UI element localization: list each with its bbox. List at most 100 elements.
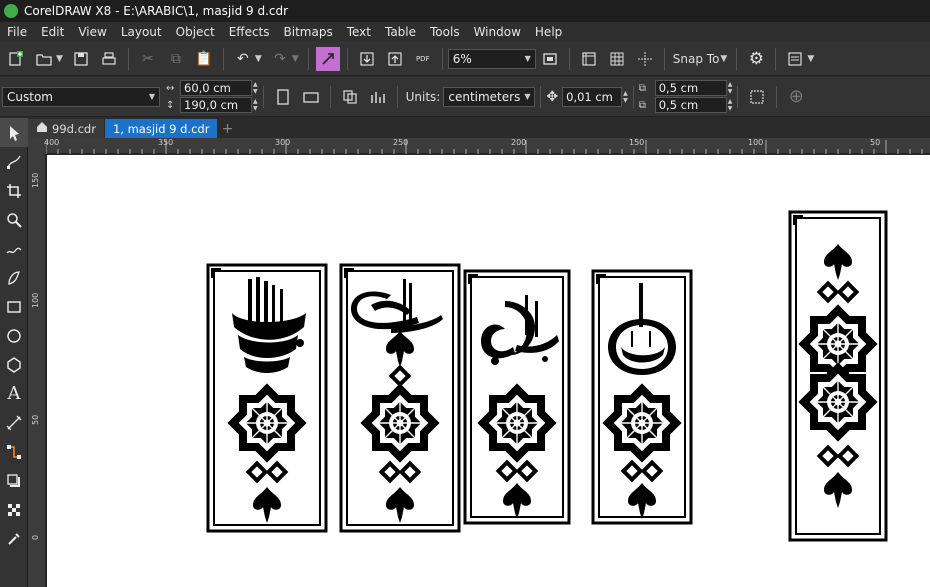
units-label: Units: xyxy=(405,89,441,104)
publish-pdf-icon[interactable]: PDF xyxy=(411,47,435,71)
horizontal-ruler[interactable]: 400 350 300 250 200 150 100 50 xyxy=(44,138,930,154)
cut-icon[interactable]: ✂ xyxy=(136,47,160,71)
drawing-canvas[interactable] xyxy=(47,155,930,587)
paste-icon[interactable]: 📋 xyxy=(192,47,216,71)
menu-bitmaps[interactable]: Bitmaps xyxy=(277,25,340,39)
ruler-label: 400 xyxy=(44,138,60,147)
ruler-ticks xyxy=(46,140,923,154)
page-width-icon: ↔ xyxy=(166,82,175,94)
add-preset-icon[interactable]: ⊕ xyxy=(784,85,808,109)
nudge-distance-stepper[interactable]: ▲ ▼ xyxy=(623,90,628,104)
ellipse-tool-icon[interactable] xyxy=(0,321,28,350)
duplicate-y-value: 0,5 cm xyxy=(658,98,699,112)
text-tool-icon[interactable]: A xyxy=(0,379,28,408)
search-content-icon[interactable] xyxy=(315,46,340,71)
tab-masjid-9-d[interactable]: 1, masjid 9 d.cdr xyxy=(104,119,218,138)
drop-shadow-icon[interactable] xyxy=(0,466,28,495)
menu-layout[interactable]: Layout xyxy=(114,25,169,39)
new-document-icon[interactable] xyxy=(4,47,28,71)
chevron-down-icon[interactable]: ▼ xyxy=(807,54,814,64)
ruler-label: 150 xyxy=(629,138,645,147)
page-height-stepper[interactable]: ▲ ▼ xyxy=(253,98,258,112)
duplicate-distance-group: ⧉ 0,5 cm ▲ ▼ ⧉ 0,5 cm ▲ ▼ xyxy=(638,80,733,113)
landscape-orientation-icon[interactable] xyxy=(299,85,323,109)
menu-help[interactable]: Help xyxy=(528,25,569,39)
page-width-field[interactable]: 60,0 cm xyxy=(180,80,252,96)
open-folder-icon[interactable] xyxy=(32,47,56,71)
duplicate-y-stepper[interactable]: ▲ ▼ xyxy=(728,98,733,112)
duplicate-x-value: 0,5 cm xyxy=(658,81,699,95)
menu-edit[interactable]: Edit xyxy=(34,25,71,39)
ruler-label: 100 xyxy=(31,292,40,308)
current-page-icon[interactable] xyxy=(366,85,390,109)
chevron-down-icon[interactable]: ▼ xyxy=(255,54,262,64)
connector-tool-icon[interactable] xyxy=(0,437,28,466)
chevron-down-icon[interactable]: ▼ xyxy=(292,54,299,64)
crop-tool-icon[interactable] xyxy=(0,176,28,205)
add-tab-icon[interactable]: + xyxy=(218,120,236,138)
full-screen-preview-icon[interactable] xyxy=(538,47,562,71)
shape-tool-icon[interactable] xyxy=(0,147,28,176)
print-icon[interactable] xyxy=(97,47,121,71)
menu-view[interactable]: View xyxy=(71,25,113,39)
nudge-distance-field[interactable]: 0,01 cm xyxy=(562,86,623,107)
snap-to-button[interactable]: Snap To xyxy=(673,52,720,66)
duplicate-y-icon: ⧉ xyxy=(638,99,646,111)
separator xyxy=(222,47,224,70)
page-height-field[interactable]: 190,0 cm xyxy=(180,97,252,113)
redo-icon[interactable]: ↷ xyxy=(268,47,292,71)
transparency-tool-icon[interactable] xyxy=(0,495,28,524)
window-title: CorelDRAW X8 - E:\ARABIC\1, masjid 9 d.c… xyxy=(24,4,289,18)
show-grid-icon[interactable] xyxy=(605,47,629,71)
copy-icon[interactable]: ⧉ xyxy=(164,47,188,71)
save-icon[interactable] xyxy=(69,47,93,71)
separator xyxy=(329,85,331,108)
menu-file[interactable]: File xyxy=(0,25,34,39)
page-height-value: 190,0 cm xyxy=(184,98,239,112)
all-pages-icon[interactable] xyxy=(338,85,362,109)
page-border-icon[interactable] xyxy=(745,85,769,109)
eyedropper-icon[interactable] xyxy=(0,524,28,553)
units-combo[interactable]: centimeters ▼ xyxy=(443,86,536,107)
show-guidelines-icon[interactable] xyxy=(633,47,657,71)
import-icon[interactable] xyxy=(355,47,379,71)
chevron-down-icon[interactable]: ▼ xyxy=(720,54,727,64)
undo-icon[interactable]: ↶ xyxy=(231,47,255,71)
duplicate-x-field[interactable]: 0,5 cm xyxy=(654,80,727,96)
pick-tool-icon[interactable] xyxy=(0,118,28,147)
panel-4 xyxy=(591,269,693,525)
freehand-tool-icon[interactable] xyxy=(0,234,28,263)
separator xyxy=(632,85,634,108)
separator xyxy=(775,47,777,70)
rectangle-tool-icon[interactable] xyxy=(0,292,28,321)
menu-object[interactable]: Object xyxy=(169,25,222,39)
menu-effects[interactable]: Effects xyxy=(222,25,277,39)
chevron-down-icon: ▼ xyxy=(148,92,155,101)
show-rulers-icon[interactable] xyxy=(577,47,601,71)
zoom-level-combo[interactable]: 6% ▼ xyxy=(447,48,536,69)
menu-tools[interactable]: Tools xyxy=(423,25,467,39)
duplicate-y-field[interactable]: 0,5 cm xyxy=(654,97,727,113)
chevron-down-icon: ▼ xyxy=(524,92,531,101)
page-size-preset-combo[interactable]: Custom ▼ xyxy=(2,86,160,107)
page-width-stepper[interactable]: ▲ ▼ xyxy=(253,81,258,95)
menu-table[interactable]: Table xyxy=(378,25,423,39)
menu-window[interactable]: Window xyxy=(467,25,528,39)
polygon-tool-icon[interactable] xyxy=(0,350,28,379)
duplicate-x-stepper[interactable]: ▲ ▼ xyxy=(728,81,733,95)
property-bar: Custom ▼ ↔ 60,0 cm ▲ ▼ ↕ 190,0 cm ▲ ▼ Unit… xyxy=(0,77,930,117)
parallel-dimension-icon[interactable] xyxy=(0,408,28,437)
zoom-tool-icon[interactable] xyxy=(0,205,28,234)
vertical-ruler[interactable]: 150 100 50 0 xyxy=(28,154,46,587)
chevron-down-icon[interactable]: ▼ xyxy=(56,54,63,64)
menu-text[interactable]: Text xyxy=(340,25,378,39)
ruler-label: 50 xyxy=(870,138,881,147)
artistic-media-icon[interactable] xyxy=(0,263,28,292)
separator xyxy=(396,85,398,108)
application-launcher-icon[interactable] xyxy=(783,47,807,71)
portrait-orientation-icon[interactable] xyxy=(271,85,295,109)
gear-icon[interactable]: ⚙ xyxy=(744,47,768,71)
export-icon[interactable] xyxy=(383,47,407,71)
toolbox: A xyxy=(0,118,28,587)
tab-99d[interactable]: 99d.cdr xyxy=(28,119,104,138)
